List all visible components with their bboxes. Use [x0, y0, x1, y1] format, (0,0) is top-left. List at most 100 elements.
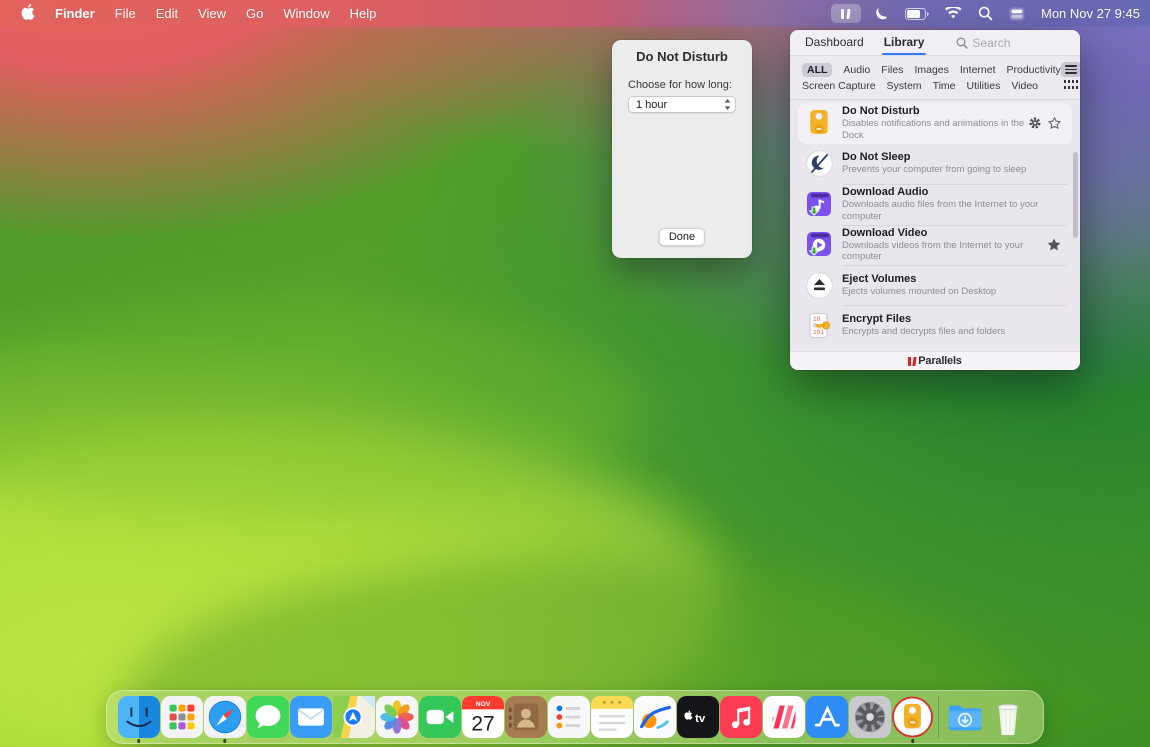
grid-view-icon[interactable] [1064, 80, 1078, 91]
dock-do-not-disturb-icon[interactable] [891, 690, 934, 744]
category-productivity[interactable]: Productivity [1007, 64, 1061, 76]
music-download-icon [805, 190, 833, 218]
tool-name: Encrypt Files [842, 313, 1068, 325]
category-utilities[interactable]: Utilities [967, 80, 1001, 92]
dock-messages-icon[interactable] [246, 690, 289, 744]
tool-name: Do Not Sleep [842, 151, 1068, 163]
dock-system-settings-icon[interactable] [848, 690, 891, 744]
eject-icon [805, 271, 833, 299]
menu-finder[interactable]: Finder [46, 3, 104, 24]
focus-moon-icon[interactable] [869, 4, 893, 24]
dock-reminders-icon[interactable] [547, 690, 590, 744]
duration-select[interactable]: 1 hour [628, 96, 736, 113]
menu-view[interactable]: View [189, 3, 235, 24]
category-time[interactable]: Time [933, 80, 956, 92]
category-video[interactable]: Video [1011, 80, 1038, 92]
tool-description: Ejects volumes mounted on Desktop [842, 286, 1040, 298]
dock-contacts-icon[interactable] [504, 690, 547, 744]
wallpaper-wave [0, 300, 640, 520]
dock-music-icon[interactable] [719, 690, 762, 744]
moon-slash-icon [805, 150, 833, 178]
encrypt-key-icon: 100101 [805, 311, 833, 339]
dock-calendar-icon[interactable]: NOV 27 [461, 690, 504, 744]
dock-photos-icon[interactable] [375, 690, 418, 744]
menu-edit[interactable]: Edit [147, 3, 187, 24]
dock-notes-icon[interactable] [590, 690, 633, 744]
tab-dashboard[interactable]: Dashboard [805, 30, 864, 55]
control-center-icon[interactable] [1005, 4, 1029, 24]
parallels-toolbox-menu-icon[interactable] [831, 4, 861, 23]
menu-bar: Finder File Edit View Go Window Help Mon… [0, 0, 1150, 27]
search-field[interactable] [956, 36, 1072, 50]
door-hanger-icon [805, 109, 833, 137]
dock-tv-icon[interactable]: tv [676, 690, 719, 744]
dock-maps-icon[interactable] [332, 690, 375, 744]
tool-row-download-audio[interactable]: Download Audio Downloads audio files fro… [798, 184, 1072, 225]
wifi-icon[interactable] [941, 4, 966, 24]
tool-description: Downloads videos from the Internet to yo… [842, 240, 1040, 264]
menu-bar-clock[interactable]: Mon Nov 27 9:45 [1041, 6, 1140, 21]
done-button[interactable]: Done [659, 228, 705, 246]
dock-freeform-icon[interactable] [633, 690, 676, 744]
menu-help[interactable]: Help [341, 3, 386, 24]
category-system[interactable]: System [887, 80, 922, 92]
menu-window[interactable]: Window [274, 3, 338, 24]
list-view-icon[interactable] [1061, 62, 1080, 77]
parallels-toolbox-panel: Dashboard Library ALL Audio Files Images… [790, 30, 1080, 370]
category-screen-capture[interactable]: Screen Capture [802, 80, 876, 92]
category-images[interactable]: Images [914, 64, 948, 76]
tool-description: Disables notifications and animations in… [842, 118, 1028, 142]
dock-mail-icon[interactable] [289, 690, 332, 744]
dock-news-icon[interactable] [762, 690, 805, 744]
dialog-title: Do Not Disturb [612, 49, 752, 64]
tool-name: Download Audio [842, 186, 1068, 198]
calendar-month: NOV [475, 701, 490, 708]
dock-safari-icon[interactable] [203, 690, 246, 744]
dock: NOV 27 tv [106, 690, 1044, 744]
select-stepper-icon [723, 98, 732, 111]
dock-facetime-icon[interactable] [418, 690, 461, 744]
tool-settings-gear-icon[interactable] [1028, 116, 1042, 130]
category-files[interactable]: Files [881, 64, 903, 76]
dock-finder-icon[interactable] [117, 690, 160, 744]
desktop: Finder File Edit View Go Window Help Mon… [0, 0, 1150, 747]
panel-scrollbar[interactable] [1073, 152, 1078, 238]
dock-downloads-icon[interactable] [943, 690, 986, 744]
search-icon [956, 37, 968, 49]
tool-row-do-not-disturb[interactable]: Do Not Disturb Disables notifications an… [798, 103, 1072, 144]
menu-file[interactable]: File [106, 3, 145, 24]
category-audio[interactable]: Audio [843, 64, 870, 76]
apple-menu-icon[interactable] [12, 2, 44, 25]
tool-name: Eject Volumes [842, 273, 1068, 285]
panel-footer: Parallels [790, 351, 1080, 370]
duration-label: Choose for how long: [628, 79, 736, 91]
tab-library[interactable]: Library [884, 30, 925, 55]
tool-name: Do Not Disturb [842, 105, 1028, 117]
tool-description: Downloads audio files from the Internet … [842, 199, 1040, 223]
dock-launchpad-icon[interactable] [160, 690, 203, 744]
search-input[interactable] [972, 36, 1072, 50]
menu-go[interactable]: Go [237, 3, 272, 24]
tool-row-encrypt-files[interactable]: 100101 Encrypt Files Encrypts and decryp… [798, 305, 1072, 345]
tool-description: Encrypts and decrypts files and folders [842, 326, 1040, 338]
tool-row-download-video[interactable]: Download Video Downloads videos from the… [798, 225, 1072, 266]
panel-header: Dashboard Library [790, 30, 1080, 56]
favorite-star-filled-icon[interactable] [1046, 237, 1062, 253]
running-indicator [223, 739, 227, 743]
svg-text:101: 101 [813, 329, 824, 336]
duration-value: 1 hour [636, 99, 667, 111]
tool-row-do-not-sleep[interactable]: Do Not Sleep Prevents your computer from… [798, 144, 1072, 184]
category-all[interactable]: ALL [802, 63, 832, 77]
calendar-day: 27 [471, 712, 494, 735]
battery-icon[interactable] [901, 4, 933, 24]
parallels-logo-bars-icon [908, 357, 915, 366]
video-download-icon [805, 231, 833, 259]
tool-row-eject-volumes[interactable]: Eject Volumes Ejects volumes mounted on … [798, 265, 1072, 305]
dock-trash-icon[interactable] [986, 690, 1029, 744]
running-indicator [137, 739, 141, 743]
spotlight-search-icon[interactable] [974, 4, 997, 24]
dock-app-store-icon[interactable] [805, 690, 848, 744]
favorite-star-outline-icon[interactable] [1047, 116, 1062, 131]
category-internet[interactable]: Internet [960, 64, 996, 76]
tv-label: tv [695, 713, 706, 725]
